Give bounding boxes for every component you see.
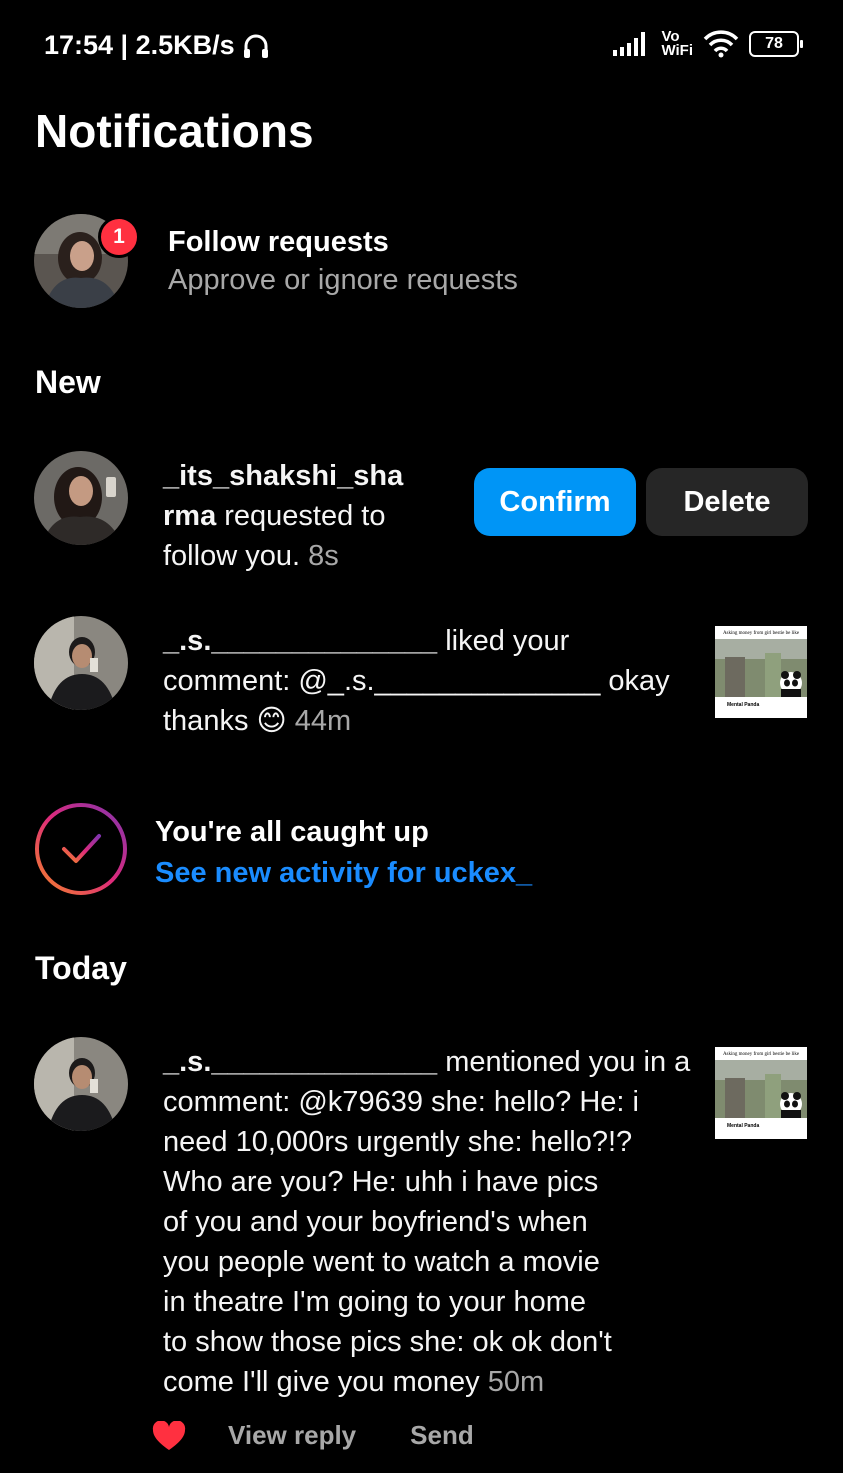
like-notification[interactable]: _.s.______________ liked your comment: @… (163, 621, 703, 741)
follow-requests-title[interactable]: Follow requests (168, 226, 389, 259)
caught-up-title: You're all caught up (155, 816, 429, 848)
thumb-caption-bottom: Mental Panda (727, 702, 760, 708)
headphones-icon (243, 34, 268, 58)
mention-actions: View reply Send (152, 1420, 474, 1451)
mention-thumb-caption-bottom: Mental Panda (727, 1123, 760, 1129)
wifi-label: WiFi (661, 42, 693, 59)
battery-icon: 78 (749, 31, 803, 57)
caught-up-check-icon (35, 803, 127, 895)
thumb-caption-top: Asking money from girl bestie be like (722, 631, 800, 636)
like-time: 44m (294, 705, 352, 737)
status-icons: Vo WiFi 78 (613, 29, 803, 59)
signal-icon (613, 32, 646, 56)
mention-line-4: of you and your boyfriend's when (163, 1206, 588, 1238)
mention-thumb-caption-top: Asking money from girl bestie be like (722, 1052, 800, 1057)
like-text-line3: thanks 😊 (163, 705, 287, 737)
status-time-speed: 17:54 | 2.5KB/s (44, 30, 271, 61)
mention-line-0: mentioned you in a (437, 1046, 691, 1078)
section-new-header: New (35, 364, 101, 400)
requester-username-part2[interactable]: rma (163, 500, 216, 532)
heart-icon[interactable] (152, 1420, 186, 1451)
mentioner-username[interactable]: _.s.______________ (163, 1046, 437, 1078)
delete-button[interactable]: Delete (646, 468, 808, 536)
send-button[interactable]: Send (410, 1420, 474, 1451)
vowifi-indicator: Vo WiFi (661, 29, 693, 59)
requester-username-part1[interactable]: _its_shakshi_sha (163, 460, 403, 492)
mention-line-5: you people went to watch a movie (163, 1246, 600, 1278)
mention-line-6: in theatre I'm going to your home (163, 1286, 587, 1318)
follow-requests-subtitle: Approve or ignore requests (168, 264, 518, 296)
mention-thumb-image (715, 1060, 807, 1118)
request-time: 8s (308, 540, 339, 572)
mention-post-thumbnail[interactable]: Asking money from girl bestie be like Me… (715, 1047, 807, 1139)
view-reply-button[interactable]: View reply (228, 1420, 356, 1451)
mentioner-avatar[interactable] (34, 1037, 128, 1131)
mention-line-3: Who are you? He: uhh i have pics (163, 1166, 599, 1198)
mention-line-1: comment: @k79639 she: hello? He: i (163, 1086, 639, 1118)
status-time-text: 17:54 | 2.5KB/s (44, 30, 235, 60)
like-text-line2: comment: @_.s.______________ okay (163, 665, 670, 697)
liker-username[interactable]: _.s.______________ (163, 625, 437, 657)
mention-time: 50m (487, 1366, 545, 1398)
section-today-header: Today (35, 950, 127, 986)
follow-requests-badge: 1 (98, 216, 140, 258)
confirm-button[interactable]: Confirm (474, 468, 636, 536)
mention-notification[interactable]: _.s.______________ mentioned you in a co… (163, 1042, 703, 1402)
mention-line-2: need 10,000rs urgently she: hello?!? (163, 1126, 633, 1158)
see-new-activity-link[interactable]: See new activity for uckex_ (155, 857, 532, 890)
page-title: Notifications (35, 105, 314, 157)
request-text-part1: requested to (216, 500, 386, 532)
request-text-part2: follow you. (163, 540, 301, 572)
liker-avatar[interactable] (34, 616, 128, 710)
like-text-line1: liked your (437, 625, 570, 657)
thumb-image (715, 639, 807, 697)
post-thumbnail[interactable]: Asking money from girl bestie be like Me… (715, 626, 807, 718)
mention-line-7: to show those pics she: ok ok don't (163, 1326, 612, 1358)
wifi-icon (703, 30, 739, 58)
requester-avatar[interactable] (34, 451, 128, 545)
follow-request-notification[interactable]: _its_shakshi_sha rma requested to follow… (163, 456, 463, 576)
mention-line-8: come I'll give you money (163, 1366, 480, 1398)
